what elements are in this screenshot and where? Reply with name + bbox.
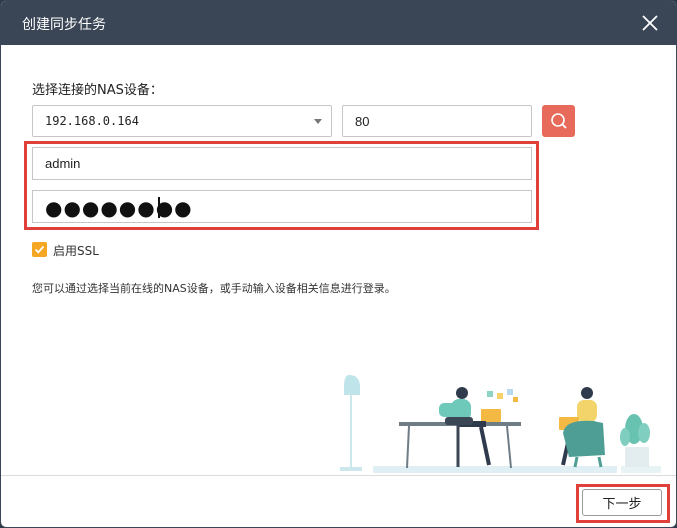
text-caret — [158, 197, 160, 218]
login-info-text: 您可以通过选择当前在线的NAS设备，或手动输入设备相关信息进行登录。 — [32, 282, 396, 295]
ssl-checkbox[interactable] — [32, 242, 47, 257]
footer-divider — [1, 475, 676, 476]
search-icon — [551, 113, 567, 129]
dialog-titlebar: 创建同步任务 — [1, 1, 676, 45]
username-input[interactable] — [32, 147, 532, 180]
password-input[interactable]: ●●●●●●●● — [32, 190, 532, 223]
port-input[interactable] — [342, 105, 532, 137]
chevron-down-icon[interactable] — [314, 119, 322, 124]
search-button[interactable] — [542, 105, 575, 137]
close-icon — [642, 15, 658, 31]
password-mask: ●●●●●●●● — [45, 196, 193, 220]
device-prompt-label: 选择连接的NAS设备： — [32, 83, 163, 98]
create-sync-task-dialog: 创建同步任务 选择连接的NAS设备： 192.168.0.164 ●●●●●●●… — [0, 0, 677, 528]
dialog-title: 创建同步任务 — [22, 17, 106, 33]
check-icon — [34, 245, 45, 254]
nas-device-select[interactable]: 192.168.0.164 — [32, 105, 332, 137]
selected-ip-value: 192.168.0.164 — [45, 114, 139, 128]
office-illustration — [340, 375, 661, 473]
close-button[interactable] — [638, 11, 662, 35]
ssl-label: 启用SSL — [53, 244, 99, 258]
next-button[interactable]: 下一步 — [582, 489, 662, 516]
